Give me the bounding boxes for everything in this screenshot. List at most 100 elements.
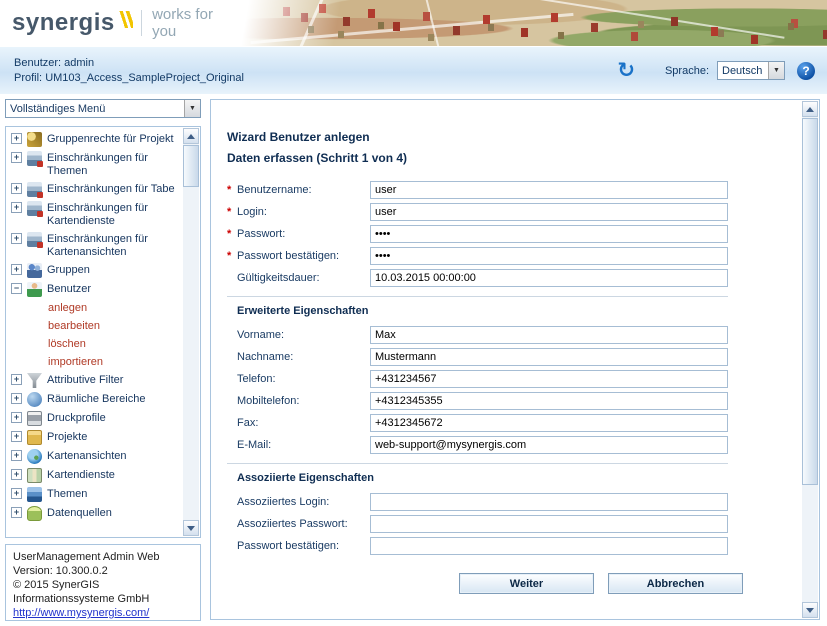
restrict-mapviews-icon (27, 232, 42, 247)
tree-item-benutzer-anlegen[interactable]: anlegen (7, 299, 183, 317)
scroll-up-icon[interactable] (183, 128, 199, 144)
required-marker: * (227, 228, 237, 240)
brand-divider (141, 10, 142, 36)
expand-icon[interactable]: + (11, 507, 22, 518)
tree-item-attributive-filter[interactable]: + Attributive Filter (7, 371, 183, 390)
page-title: Wizard Benutzer anlegen (227, 130, 730, 144)
expand-icon[interactable]: + (11, 393, 22, 404)
spatial-areas-icon (27, 392, 42, 407)
collapse-icon[interactable]: − (11, 283, 22, 294)
tree-item-einschraenkungen-themen[interactable]: + Einschränkungen für Themen (7, 149, 183, 180)
tree-item-kartendienste[interactable]: + Kartendienste (7, 466, 183, 485)
tagline: works for you (152, 6, 238, 40)
language-selected-value: Deutsch (722, 65, 762, 77)
passwort-bestaetigen-input[interactable] (370, 247, 728, 265)
tree-item-kartenansichten[interactable]: + Kartenansichten (7, 447, 183, 466)
tree-item-einschraenkungen-kartendienste[interactable]: + Einschränkungen für Kartendienste (7, 199, 183, 230)
login-input[interactable] (370, 203, 728, 221)
expand-icon[interactable]: + (11, 412, 22, 423)
expand-icon[interactable]: + (11, 469, 22, 480)
tree-scrollbar[interactable] (183, 128, 199, 536)
form-row-passwort-bestaetigen: * Passwort bestätigen: (227, 247, 730, 265)
tree-scrollbar-thumb[interactable] (183, 145, 199, 187)
expand-icon[interactable]: + (11, 431, 22, 442)
tree-item-gruppenrechte[interactable]: + Gruppenrechte für Projekt (7, 130, 183, 149)
field-label: Assoziiertes Passwort: (237, 518, 370, 530)
assoziiertes-passwort-input[interactable] (370, 515, 728, 533)
main-scrollbar-thumb[interactable] (802, 118, 818, 485)
field-label: Login: (237, 206, 370, 218)
assoziiertes-login-input[interactable] (370, 493, 728, 511)
tree-item-benutzer-loeschen[interactable]: löschen (7, 335, 183, 353)
app-name: UserManagement Admin Web (13, 550, 193, 564)
language-select[interactable]: Deutsch ▼ (717, 61, 785, 80)
menu-dropdown[interactable]: Vollständiges Menü ▼ (5, 99, 201, 118)
gueltigkeitsdauer-input[interactable] (370, 269, 728, 287)
help-icon[interactable]: ? (797, 62, 815, 80)
map-street (522, 0, 784, 38)
sidebar-footer: UserManagement Admin Web Version: 10.300… (5, 544, 201, 621)
refresh-icon[interactable]: ↻ (617, 61, 635, 81)
field-label: Gültigkeitsdauer: (237, 272, 370, 284)
brand: synergis works for you (0, 0, 238, 46)
profile-label: Profil: (14, 72, 42, 84)
scroll-down-icon[interactable] (183, 520, 199, 536)
form-row-login: * Login: (227, 203, 730, 221)
tree-panel: + Gruppenrechte für Projekt + Einschränk… (5, 126, 201, 538)
form-row-benutzername: * Benutzername: (227, 181, 730, 199)
section-title-erweiterte: Erweiterte Eigenschaften (227, 305, 730, 317)
email-input[interactable] (370, 436, 728, 454)
restrict-mapservices-icon (27, 201, 42, 216)
button-row: Weiter Abbrechen (227, 573, 743, 594)
scroll-up-icon[interactable] (802, 101, 818, 117)
nachname-input[interactable] (370, 348, 728, 366)
tree-item-themen[interactable]: + Themen (7, 485, 183, 504)
field-label: Vorname: (237, 329, 370, 341)
header-map-image (238, 0, 827, 46)
assoziiertes-passwort-bestaetigen-input[interactable] (370, 537, 728, 555)
tree-item-benutzer[interactable]: − Benutzer (7, 280, 183, 299)
required-marker: * (227, 250, 237, 262)
tree-item-benutzer-bearbeiten[interactable]: bearbeiten (7, 317, 183, 335)
passwort-input[interactable] (370, 225, 728, 243)
tree-item-datenquellen[interactable]: + Datenquellen (7, 504, 183, 523)
expand-icon[interactable]: + (11, 488, 22, 499)
vorname-input[interactable] (370, 326, 728, 344)
tree-item-benutzer-importieren[interactable]: importieren (7, 353, 183, 371)
company-name: Informationssysteme GmbH (13, 592, 193, 606)
expand-icon[interactable]: + (11, 450, 22, 461)
benutzername-input[interactable] (370, 181, 728, 199)
filter-icon (27, 373, 42, 388)
session-info: Benutzer: admin Profil: UM103_Access_Sam… (14, 56, 244, 86)
tree-item-gruppen[interactable]: + Gruppen (7, 261, 183, 280)
logo-slash-icon (118, 11, 133, 28)
expand-icon[interactable]: + (11, 374, 22, 385)
user-icon (27, 282, 42, 297)
main-scrollbar[interactable] (802, 101, 818, 618)
company-link[interactable]: http://www.mysynergis.com/ (13, 607, 149, 619)
telefon-input[interactable] (370, 370, 728, 388)
tree-item-raeumliche-bereiche[interactable]: + Räumliche Bereiche (7, 390, 183, 409)
tree-item-druckprofile[interactable]: + Druckprofile (7, 409, 183, 428)
expand-icon[interactable]: + (11, 202, 22, 213)
chevron-down-icon: ▼ (768, 62, 784, 79)
expand-icon[interactable]: + (11, 152, 22, 163)
expand-icon[interactable]: + (11, 133, 22, 144)
tree-item-einschraenkungen-kartenansichten[interactable]: + Einschränkungen für Kartenansichten (7, 230, 183, 261)
expand-icon[interactable]: + (11, 264, 22, 275)
field-label: Passwort bestätigen: (237, 250, 370, 262)
menu-dropdown-value: Vollständiges Menü (10, 103, 105, 115)
expand-icon[interactable]: + (11, 183, 22, 194)
expand-icon[interactable]: + (11, 233, 22, 244)
form-row-passwort: * Passwort: (227, 225, 730, 243)
fax-input[interactable] (370, 414, 728, 432)
tree-item-einschraenkungen-tabellen[interactable]: + Einschränkungen für Tabe (7, 180, 183, 199)
field-label: Telefon: (237, 373, 370, 385)
form-row-fax: Fax: (227, 414, 730, 432)
scroll-down-icon[interactable] (802, 602, 818, 618)
language-label: Sprache: (665, 65, 709, 77)
tree-item-projekte[interactable]: + Projekte (7, 428, 183, 447)
mobiltelefon-input[interactable] (370, 392, 728, 410)
abbrechen-button[interactable]: Abbrechen (608, 573, 743, 594)
weiter-button[interactable]: Weiter (459, 573, 594, 594)
